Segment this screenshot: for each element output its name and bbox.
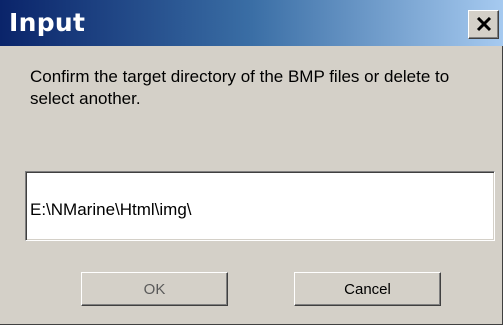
cancel-button[interactable]: Cancel [294,272,441,306]
title-bar[interactable]: Input [0,0,503,46]
input-dialog: Input Confirm the target directory of th… [0,0,503,325]
window-title: Input [9,8,86,37]
close-icon [476,17,492,32]
directory-input[interactable] [25,171,495,241]
prompt-text: Confirm the target directory of the BMP … [30,67,450,108]
ok-button-label: OK [143,280,166,298]
close-button[interactable] [468,10,499,39]
ok-button[interactable]: OK [81,272,228,306]
cancel-button-label: Cancel [344,280,391,298]
